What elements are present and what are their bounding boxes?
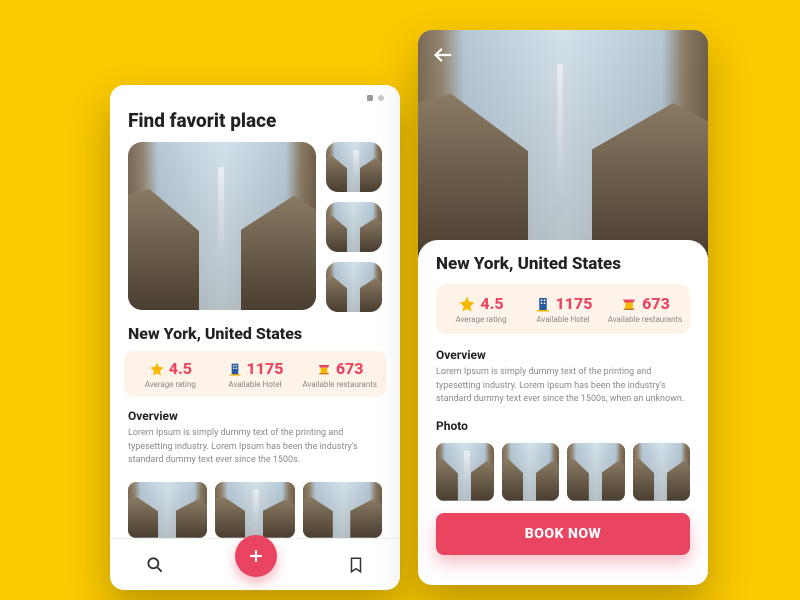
photo-thumb[interactable]	[436, 443, 494, 501]
screen-find-place: Find favorit place New York, United Stat…	[110, 85, 400, 590]
search-icon[interactable]	[145, 555, 165, 575]
overview-heading: Overview	[110, 397, 400, 427]
stat-value: 1175	[556, 294, 593, 313]
stat-value: 4.5	[169, 359, 192, 378]
food-stall-icon	[316, 361, 332, 377]
photo-thumb[interactable]	[502, 443, 560, 501]
stat-label: Available Hotel	[213, 380, 298, 389]
hero-image	[418, 30, 708, 258]
stat-label: Available Hotel	[522, 315, 604, 324]
photo-thumb[interactable]	[633, 443, 691, 501]
stat-value: 1175	[247, 359, 284, 378]
photo-thumb[interactable]	[303, 482, 382, 538]
back-button[interactable]	[432, 44, 454, 66]
hero-image[interactable]	[128, 142, 316, 310]
overview-text: Lorem Ipsum is simply dummy text of the …	[110, 427, 400, 468]
stat-restaurants: 673 Available restaurants	[604, 294, 686, 324]
food-stall-icon	[620, 295, 638, 313]
stat-value: 673	[336, 359, 364, 378]
stat-label: Available restaurants	[604, 315, 686, 324]
stat-rating: 4.5 Average rating	[128, 359, 213, 389]
bottom-nav	[110, 538, 400, 590]
book-now-button[interactable]: BOOK NOW	[436, 513, 690, 555]
screen-place-detail: New York, United States 4.5 Average rati…	[418, 30, 708, 585]
bookmark-icon[interactable]	[347, 555, 365, 575]
stat-label: Average rating	[128, 380, 213, 389]
stat-hotels: 1175 Available Hotel	[522, 294, 604, 324]
photo-heading: Photo	[436, 415, 690, 437]
stat-rating: 4.5 Average rating	[440, 294, 522, 324]
stat-label: Average rating	[440, 315, 522, 324]
page-indicator	[367, 95, 384, 101]
building-icon	[227, 361, 243, 377]
thumb-image[interactable]	[326, 142, 382, 192]
place-title: New York, United States	[110, 312, 400, 351]
stat-hotels: 1175 Available Hotel	[213, 359, 298, 389]
stat-restaurants: 673 Available restaurants	[297, 359, 382, 389]
stat-value: 673	[642, 294, 670, 313]
star-icon	[458, 295, 476, 313]
photo-thumb[interactable]	[567, 443, 625, 501]
overview-text: Lorem Ipsum is simply dummy text of the …	[436, 366, 690, 407]
detail-sheet: New York, United States 4.5 Average rati…	[418, 240, 708, 585]
stats-bar: 4.5 Average rating 1175 Available Hotel	[436, 284, 690, 334]
stat-label: Available restaurants	[297, 380, 382, 389]
building-icon	[534, 295, 552, 313]
photo-thumb[interactable]	[215, 482, 294, 538]
star-icon	[149, 361, 165, 377]
overview-heading: Overview	[436, 344, 690, 366]
page-title: Find favorit place	[110, 85, 400, 142]
thumb-image[interactable]	[326, 202, 382, 252]
thumb-image[interactable]	[326, 262, 382, 312]
add-button[interactable]	[235, 535, 277, 577]
place-title: New York, United States	[436, 254, 690, 274]
stats-bar: 4.5 Average rating 1175 Available Hotel …	[124, 351, 386, 397]
stat-value: 4.5	[480, 294, 503, 313]
photo-thumb[interactable]	[128, 482, 207, 538]
